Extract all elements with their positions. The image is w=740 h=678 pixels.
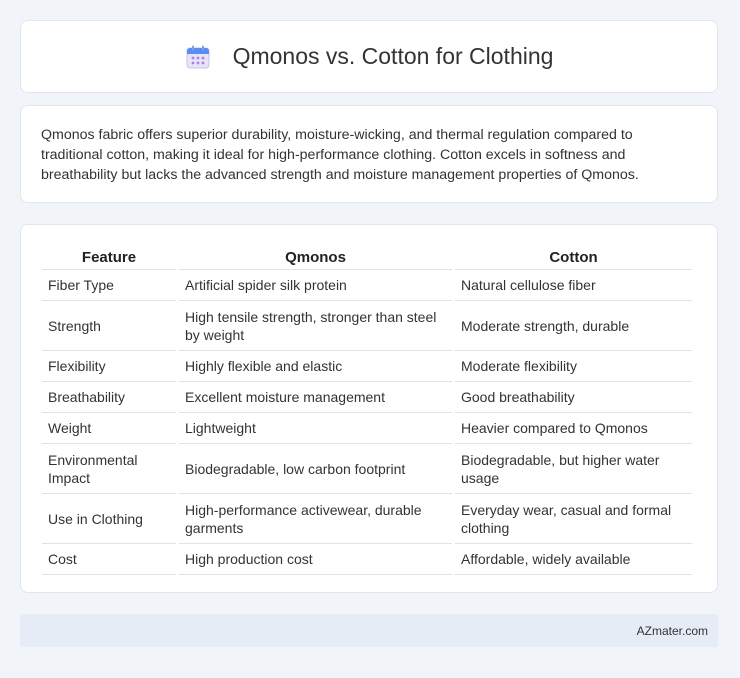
title-card: Qmonos vs. Cotton for Clothing	[20, 20, 718, 93]
table-row: Cost High production cost Affordable, wi…	[42, 544, 692, 575]
calendar-icon	[186, 45, 210, 68]
qmonos-cell: Artificial spider silk protein	[179, 270, 452, 301]
qmonos-cell: Excellent moisture management	[179, 382, 452, 413]
cotton-cell: Everyday wear, casual and formal clothin…	[455, 494, 692, 544]
qmonos-cell: High-performance activewear, durable gar…	[179, 494, 452, 544]
table-row: Fiber Type Artificial spider silk protei…	[42, 270, 692, 301]
qmonos-cell: Lightweight	[179, 413, 452, 444]
column-header-qmonos: Qmonos	[179, 245, 452, 270]
cotton-cell: Affordable, widely available	[455, 544, 692, 575]
page-title: Qmonos vs. Cotton for Clothing	[232, 43, 554, 69]
feature-cell: Fiber Type	[42, 270, 176, 301]
comparison-table-card: Feature Qmonos Cotton Fiber Type Artific…	[20, 224, 718, 593]
feature-cell: Strength	[42, 301, 176, 351]
table-row: Flexibility Highly flexible and elastic …	[42, 351, 692, 382]
cotton-cell: Moderate flexibility	[455, 351, 692, 382]
table-row: Breathability Excellent moisture managem…	[42, 382, 692, 413]
table-header-row: Feature Qmonos Cotton	[42, 245, 692, 270]
table-row: Use in Clothing High-performance activew…	[42, 494, 692, 544]
feature-cell: Breathability	[42, 382, 176, 413]
qmonos-cell: Highly flexible and elastic	[179, 351, 452, 382]
footer-brand: AZmater.com	[636, 623, 708, 638]
feature-cell: Flexibility	[42, 351, 176, 382]
feature-cell: Cost	[42, 544, 176, 575]
cotton-cell: Good breathability	[455, 382, 692, 413]
qmonos-cell: Biodegradable, low carbon footprint	[179, 444, 452, 494]
feature-cell: Weight	[42, 413, 176, 444]
summary-card: Qmonos fabric offers superior durability…	[20, 105, 718, 203]
footer: AZmater.com	[20, 614, 718, 647]
cotton-cell: Heavier compared to Qmonos	[455, 413, 692, 444]
feature-cell: Use in Clothing	[42, 494, 176, 544]
table-row: Strength High tensile strength, stronger…	[42, 301, 692, 351]
cotton-cell: Natural cellulose fiber	[455, 270, 692, 301]
cotton-cell: Biodegradable, but higher water usage	[455, 444, 692, 494]
comparison-table: Feature Qmonos Cotton Fiber Type Artific…	[39, 245, 695, 575]
feature-cell: Environmental Impact	[42, 444, 176, 494]
qmonos-cell: High production cost	[179, 544, 452, 575]
summary-text: Qmonos fabric offers superior durability…	[41, 127, 639, 183]
table-row: Environmental Impact Biodegradable, low …	[42, 444, 692, 494]
column-header-feature: Feature	[42, 245, 176, 270]
column-header-cotton: Cotton	[455, 245, 692, 270]
table-row: Weight Lightweight Heavier compared to Q…	[42, 413, 692, 444]
cotton-cell: Moderate strength, durable	[455, 301, 692, 351]
qmonos-cell: High tensile strength, stronger than ste…	[179, 301, 452, 351]
